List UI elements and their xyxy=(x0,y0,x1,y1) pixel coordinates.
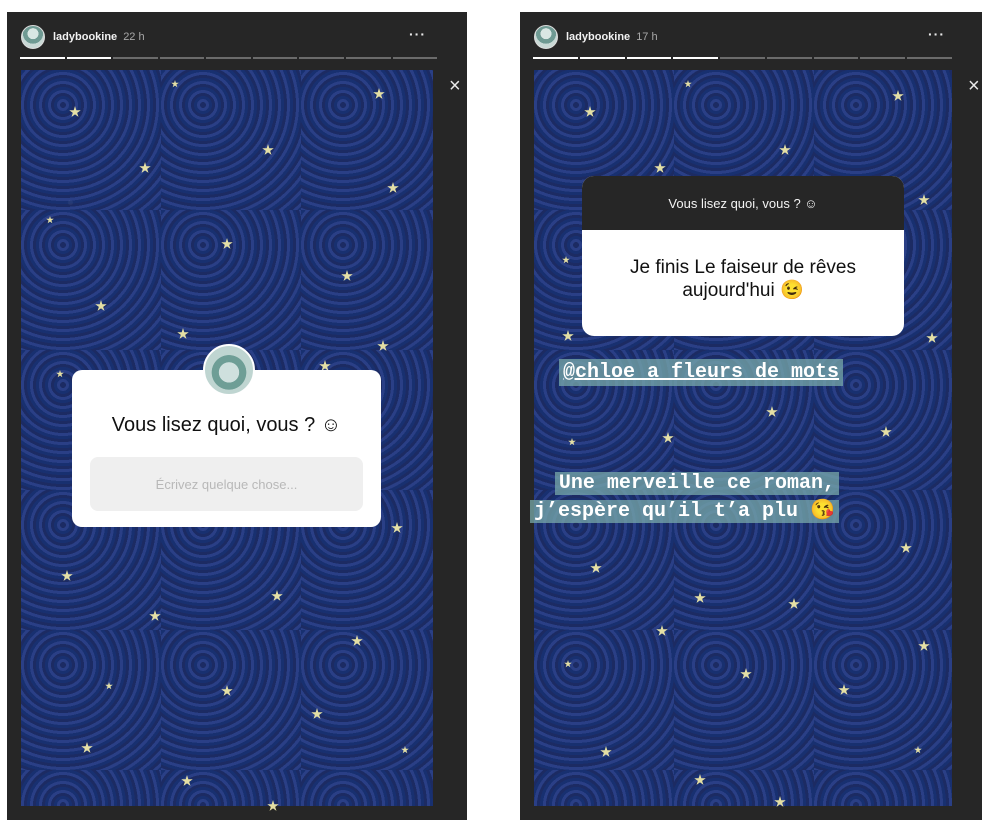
username[interactable]: ladybookine xyxy=(53,31,117,43)
star-icon xyxy=(181,775,193,786)
star-icon xyxy=(684,80,692,88)
progress-segment xyxy=(113,57,158,59)
close-icon[interactable]: × xyxy=(449,76,461,96)
star-icon xyxy=(694,592,706,603)
mention-tag[interactable]: @chloe_a_fleurs_de_mots xyxy=(559,359,844,386)
more-options-icon[interactable]: ··· xyxy=(409,26,426,42)
progress-segment xyxy=(66,57,112,59)
star-icon xyxy=(694,774,706,785)
star-icon xyxy=(892,90,904,101)
answer-line: aujourd'hui 😉 xyxy=(682,280,804,301)
answer-input[interactable] xyxy=(90,457,363,511)
star-icon xyxy=(564,660,572,668)
star-icon xyxy=(774,796,786,807)
star-icon xyxy=(221,685,233,696)
star-icon xyxy=(654,162,666,173)
star-icon xyxy=(221,238,233,249)
star-icon xyxy=(387,182,399,193)
progress-segment xyxy=(766,57,812,59)
story-header: ladybookine 22 h xyxy=(21,24,145,50)
star-icon xyxy=(351,635,363,646)
star-icon xyxy=(900,542,912,553)
star-icon xyxy=(373,88,385,99)
star-icon xyxy=(918,194,930,205)
progress-segment xyxy=(813,57,859,59)
star-icon xyxy=(267,800,279,811)
story-header: ladybookine 17 h xyxy=(534,24,658,50)
caption-line: j’espère qu’il t’a plu 😘 xyxy=(530,500,839,523)
star-icon xyxy=(838,684,850,695)
progress-segment xyxy=(299,57,344,59)
star-icon xyxy=(311,708,323,719)
star-icon xyxy=(105,682,113,690)
star-icon xyxy=(914,746,922,754)
star-icon xyxy=(779,144,791,155)
star-icon xyxy=(61,570,73,581)
question-avatar xyxy=(203,344,255,396)
star-icon xyxy=(401,746,409,754)
progress-segment xyxy=(907,57,953,59)
star-icon xyxy=(562,256,570,264)
star-icon xyxy=(81,742,93,753)
star-icon xyxy=(788,598,800,609)
star-icon xyxy=(766,406,778,417)
star-icon xyxy=(880,426,892,437)
progress-segment xyxy=(252,57,298,59)
star-icon xyxy=(391,522,403,533)
star-icon xyxy=(171,80,179,88)
reply-answer: Je finis Le faiseur de rêves aujourd'hui… xyxy=(582,230,904,302)
star-icon xyxy=(662,432,674,443)
close-icon[interactable]: × xyxy=(968,76,980,96)
progress-segment xyxy=(392,57,438,59)
progress-segment xyxy=(20,57,65,59)
timestamp: 22 h xyxy=(123,31,145,43)
progress-segment xyxy=(626,57,672,59)
progress-segment xyxy=(533,57,578,59)
progress-segment xyxy=(673,57,719,59)
progress-segment xyxy=(860,57,906,59)
progress-segment xyxy=(720,57,765,59)
star-icon xyxy=(562,330,574,341)
star-icon xyxy=(740,668,752,679)
timestamp: 17 h xyxy=(636,31,658,43)
star-icon xyxy=(95,300,107,311)
caption-line: Une merveille ce roman, xyxy=(554,472,839,495)
caption-text: Une merveille ce roman, j’espère qu’il t… xyxy=(530,470,839,526)
star-icon xyxy=(139,162,151,173)
star-icon xyxy=(149,610,161,621)
username[interactable]: ladybookine xyxy=(566,31,630,43)
star-icon xyxy=(271,590,283,601)
star-icon xyxy=(590,562,602,573)
question-text: Vous lisez quoi, vous ? ☺ xyxy=(111,414,342,436)
star-icon xyxy=(926,332,938,343)
more-options-icon[interactable]: ··· xyxy=(928,26,945,42)
star-icon xyxy=(46,216,54,224)
progress-bar xyxy=(20,57,438,59)
progress-segment xyxy=(206,57,251,59)
star-icon xyxy=(341,270,353,281)
story-panel-left: ladybookine 22 h ··· × Vous lisez quoi, … xyxy=(7,12,467,820)
question-reply-card: Vous lisez quoi, vous ? ☺ Je finis Le fa… xyxy=(582,176,904,336)
progress-segment xyxy=(579,57,625,59)
star-icon xyxy=(56,370,64,378)
star-icon xyxy=(377,340,389,351)
progress-segment xyxy=(345,57,391,59)
star-icon xyxy=(918,640,930,651)
star-icon xyxy=(568,438,576,446)
progress-segment xyxy=(159,57,205,59)
progress-bar xyxy=(533,57,953,59)
star-icon xyxy=(69,106,81,117)
story-panel-right: ladybookine 17 h ··· × Vous lisez quoi, … xyxy=(520,12,982,820)
avatar[interactable] xyxy=(21,25,45,49)
star-icon xyxy=(177,328,189,339)
star-icon xyxy=(656,625,668,636)
star-icon xyxy=(262,144,274,155)
star-icon xyxy=(584,106,596,117)
answer-line: Je finis Le faiseur de rêves xyxy=(629,257,856,278)
avatar[interactable] xyxy=(534,25,558,49)
star-icon xyxy=(600,746,612,757)
reply-question: Vous lisez quoi, vous ? ☺ xyxy=(582,176,904,230)
